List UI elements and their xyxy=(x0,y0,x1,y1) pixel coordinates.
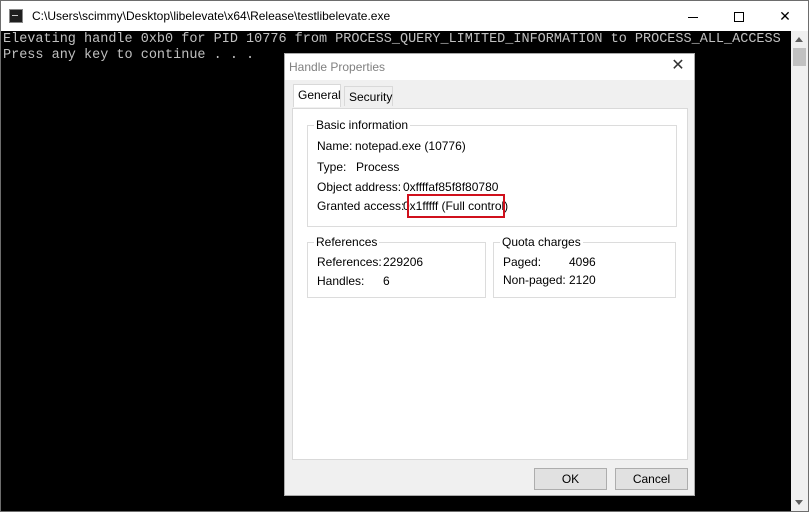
handles-label: Handles: xyxy=(317,274,365,288)
name-label: Name: xyxy=(317,139,353,153)
close-button[interactable]: ✕ xyxy=(762,1,808,31)
type-label: Type: xyxy=(317,160,347,174)
maximize-icon xyxy=(734,12,744,23)
console-titlebar[interactable]: C:\Users\scimmy\Desktop\libelevate\x64\R… xyxy=(1,1,808,31)
quota-charges-group: Quota charges Paged: 4096 Non-paged: 212… xyxy=(493,235,676,298)
ok-button[interactable]: OK xyxy=(534,468,607,490)
paged-value: 4096 xyxy=(569,255,596,269)
name-value: notepad.exe (10776) xyxy=(355,139,466,153)
tab-security[interactable]: Security xyxy=(344,86,393,106)
type-value: Process xyxy=(356,160,400,174)
dialog-title: Handle Properties xyxy=(289,60,386,74)
maximize-button[interactable] xyxy=(716,1,762,31)
references-value: 229206 xyxy=(383,255,424,269)
tab-general[interactable]: General xyxy=(293,84,341,107)
group-label: Quota charges xyxy=(500,235,583,249)
granted-access-label: Granted access: xyxy=(317,199,405,213)
console-line: Press any key to continue . . . xyxy=(3,48,255,63)
dialog-titlebar[interactable]: Handle Properties ✕ xyxy=(285,54,694,80)
vertical-scrollbar[interactable] xyxy=(791,31,808,511)
scroll-up-icon[interactable] xyxy=(795,37,803,42)
non-paged-value: 2120 xyxy=(569,273,596,287)
non-paged-label: Non-paged: xyxy=(503,273,566,287)
general-tab-panel: Basic information Name: notepad.exe (107… xyxy=(292,108,688,460)
console-app-icon xyxy=(9,9,23,23)
dialog-close-icon[interactable]: ✕ xyxy=(668,56,688,76)
references-group: References References: 229206 Handles: 6 xyxy=(307,235,486,298)
close-icon: ✕ xyxy=(779,8,791,24)
object-address-value: 0xffffaf85f8f80780 xyxy=(403,180,499,194)
console-title: C:\Users\scimmy\Desktop\libelevate\x64\R… xyxy=(32,9,391,23)
minimize-icon xyxy=(688,16,698,18)
handle-properties-dialog: Handle Properties ✕ General Security Bas… xyxy=(284,53,695,496)
cancel-button[interactable]: Cancel xyxy=(615,468,688,490)
paged-label: Paged: xyxy=(503,255,542,269)
scroll-down-icon[interactable] xyxy=(795,500,803,505)
object-address-label: Object address: xyxy=(317,180,402,194)
granted-access-highlight xyxy=(407,194,505,218)
references-label: References: xyxy=(317,255,382,269)
group-label: Basic information xyxy=(314,118,411,132)
scroll-thumb[interactable] xyxy=(793,48,806,66)
group-label: References xyxy=(314,235,380,249)
minimize-button[interactable] xyxy=(670,1,716,31)
handles-value: 6 xyxy=(383,274,390,288)
console-line: Elevating handle 0xb0 for PID 10776 from… xyxy=(3,32,781,47)
